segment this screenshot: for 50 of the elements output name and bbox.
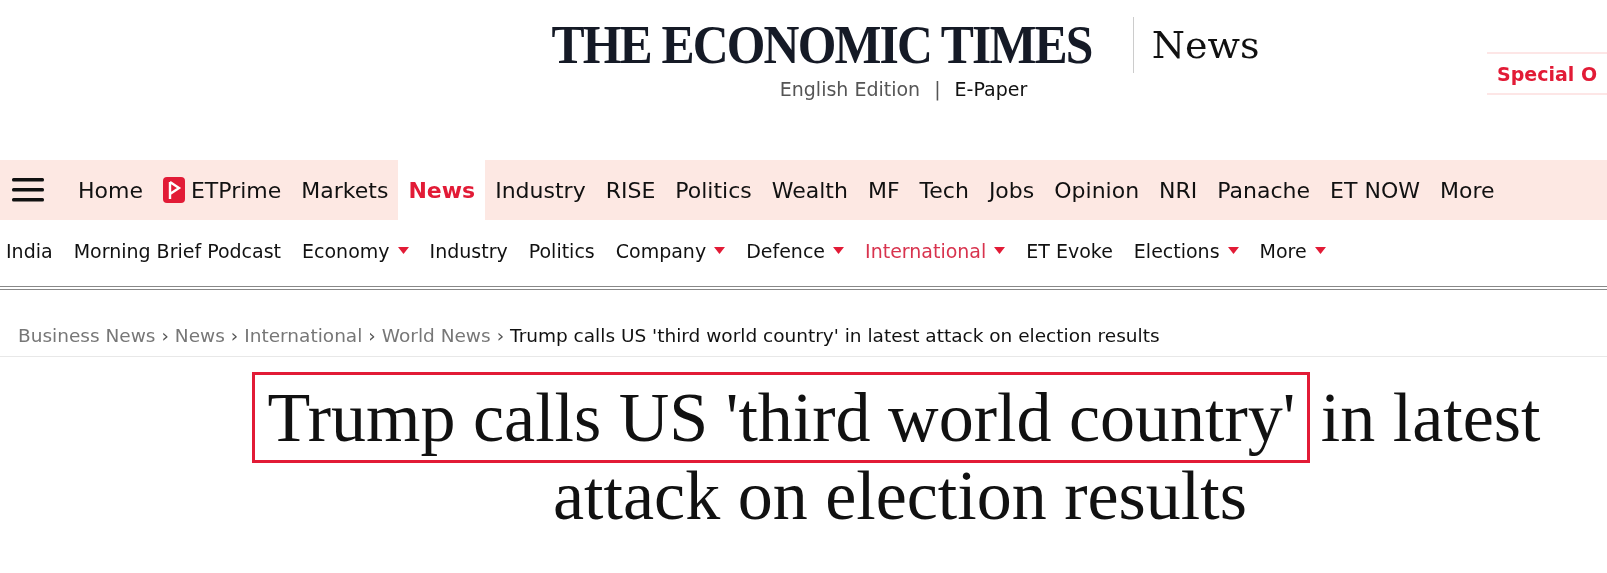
caret-icon xyxy=(714,247,726,255)
caret-icon xyxy=(397,247,409,255)
nav-tab[interactable]: Opinion xyxy=(1044,160,1150,220)
epaper-link[interactable]: E-Paper xyxy=(954,78,1028,100)
subnav-link[interactable]: Economy xyxy=(302,240,409,262)
nav-tab[interactable]: Wealth xyxy=(761,160,858,220)
section-title: News xyxy=(1151,23,1260,67)
breadcrumb-separator: › xyxy=(496,324,505,346)
play-icon xyxy=(162,177,185,203)
subnav-link[interactable]: Company xyxy=(615,240,726,262)
nav-tab[interactable]: Politics xyxy=(665,160,762,220)
nav-tab[interactable]: Markets xyxy=(291,160,399,220)
breadcrumb-separator: › xyxy=(368,324,376,346)
caret-icon xyxy=(994,247,1006,255)
nav-tab[interactable]: ET NOW xyxy=(1320,160,1430,220)
nav-tab[interactable]: NRI xyxy=(1149,160,1208,220)
subnav-link[interactable]: ET Evoke xyxy=(1026,240,1113,262)
caret-icon xyxy=(833,247,845,255)
breadcrumb-link[interactable]: International xyxy=(244,324,363,346)
subnav-link[interactable]: Industry xyxy=(429,240,508,262)
breadcrumb-link[interactable]: Trump calls US 'third world country' in latest attack on election results xyxy=(510,324,1160,346)
breadcrumb-separator: › xyxy=(161,324,169,346)
breadcrumb-link[interactable]: News xyxy=(174,324,225,346)
subnav-link[interactable]: Elections xyxy=(1133,240,1239,262)
subnav-link[interactable]: International xyxy=(865,240,1006,262)
subnav-link[interactable]: Politics xyxy=(528,240,595,262)
breadcrumb-separator: › xyxy=(230,324,239,346)
subnav-link[interactable]: Morning Brief Podcast xyxy=(73,240,282,262)
nav-tab[interactable]: More xyxy=(1429,160,1495,220)
nav-tab[interactable]: Home xyxy=(68,160,153,220)
caret-icon xyxy=(1227,247,1239,255)
edition-link[interactable]: English Edition xyxy=(779,78,921,100)
special-offer-link[interactable]: Special O xyxy=(1487,52,1607,95)
nav-tab[interactable]: ETPrime xyxy=(152,160,292,220)
breadcrumb-link[interactable]: World News xyxy=(381,324,491,346)
nav-tab[interactable]: Jobs xyxy=(978,160,1045,220)
nav-tab[interactable]: Panache xyxy=(1207,160,1321,220)
subnav-link[interactable]: India xyxy=(6,240,53,262)
nav-tab[interactable]: News xyxy=(398,160,486,220)
site-logo[interactable]: THE ECONOMIC TIMES xyxy=(551,14,1092,76)
breadcrumb-link[interactable]: Business News xyxy=(18,324,156,346)
nav-tab[interactable]: Tech xyxy=(909,160,979,220)
caret-icon xyxy=(1314,247,1326,255)
nav-tab[interactable]: RISE xyxy=(595,160,666,220)
subnav-link[interactable]: More xyxy=(1259,240,1326,262)
article-headline: Trump calls US 'third world country' in latest attack on election results xyxy=(200,369,1600,540)
nav-tab[interactable]: MF xyxy=(857,160,910,220)
separator-text: | xyxy=(934,78,941,100)
nav-tab[interactable]: Industry xyxy=(485,160,596,220)
subnav-link[interactable]: Defence xyxy=(746,240,845,262)
